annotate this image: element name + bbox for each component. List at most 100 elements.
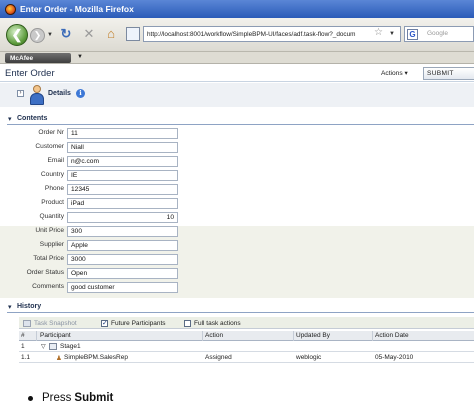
form-row-unit-price: Unit Price 300: [0, 226, 474, 238]
field-label: Customer: [35, 143, 64, 150]
window-titlebar: Enter Order - Mozilla Firefox: [0, 0, 474, 18]
forward-button[interactable]: ❯: [30, 28, 45, 43]
page-header: Enter Order Actions ▾ SUBMIT: [0, 65, 474, 82]
task-snapshot-button[interactable]: Task Snapshot: [23, 318, 77, 328]
field-label: Phone: [44, 185, 64, 192]
table-row[interactable]: 1 ▽ Stage1: [19, 342, 474, 352]
form-row-product: Product iPad: [0, 198, 474, 210]
actions-label: Actions: [381, 70, 403, 77]
forward-arrow-icon: ❯: [33, 30, 42, 40]
home-icon[interactable]: ⌂: [103, 27, 119, 41]
search-placeholder: Google: [427, 30, 448, 37]
field-label: Quantity: [39, 213, 64, 220]
order-nr-input[interactable]: 11: [67, 128, 178, 139]
column-header[interactable]: Updated By: [296, 332, 330, 339]
page-icon: [126, 27, 140, 41]
future-participants-label: Future Participants: [111, 319, 166, 327]
window-title: Enter Order - Mozilla Firefox: [20, 4, 134, 14]
form-row-order-nr: Order Nr 11: [0, 128, 474, 140]
field-label: Order Nr: [38, 129, 64, 136]
stop-icon[interactable]: ✕: [81, 27, 97, 41]
details-panel: [0, 83, 474, 107]
actions-menu[interactable]: Actions ▾: [381, 69, 408, 77]
google-icon: G: [407, 29, 418, 40]
form-row-supplier: Supplier Apple: [0, 240, 474, 252]
submit-button[interactable]: SUBMIT: [423, 67, 474, 80]
form-row-phone: Phone 12345: [0, 184, 474, 196]
search-box[interactable]: G Google: [404, 26, 474, 42]
participant-name: SimpleBPM.SalesRep: [64, 354, 128, 361]
history-label: History: [17, 303, 42, 310]
column-header[interactable]: #: [21, 332, 25, 339]
collapse-triangle-icon: ▾: [8, 116, 12, 123]
field-label: Email: [47, 157, 65, 164]
field-label: Product: [41, 199, 64, 206]
customer-input[interactable]: Niall: [67, 142, 178, 153]
mcafee-label: McAfee: [10, 54, 34, 62]
collapse-triangle-icon: ▾: [8, 304, 12, 311]
instruction-prefix: Press: [42, 392, 72, 404]
history-dropdown-icon[interactable]: ▼: [47, 32, 53, 38]
comments-input[interactable]: good customer: [67, 282, 178, 293]
product-input[interactable]: iPad: [67, 198, 178, 209]
full-task-actions-checkbox[interactable]: Full task actions: [184, 318, 241, 328]
details-label[interactable]: Details: [48, 90, 71, 97]
row-number: 1.1: [21, 354, 31, 361]
mcafee-toolbar: McAfee ▼: [0, 52, 474, 64]
updated-by-cell: weblogic: [296, 354, 322, 361]
field-label: Total Price: [33, 255, 64, 262]
info-icon[interactable]: i: [76, 89, 85, 98]
mcafee-dropdown-icon[interactable]: ▼: [77, 54, 83, 60]
reload-icon[interactable]: ↻: [58, 27, 74, 41]
form-row-order-status: Order Status Open: [0, 268, 474, 280]
bullet-dot: [28, 395, 33, 401]
form-row-total-price: Total Price 3000: [0, 254, 474, 266]
contents-label: Contents: [17, 115, 48, 122]
field-label: Country: [40, 171, 64, 178]
unit-price-input[interactable]: 300: [67, 226, 178, 237]
history-section-header[interactable]: ▾ History: [7, 303, 474, 313]
row-number: 1: [21, 343, 25, 350]
future-participants-checkbox[interactable]: ✓ Future Participants: [101, 318, 166, 328]
contents-section-header[interactable]: ▾ Contents: [7, 115, 474, 125]
snapshot-icon: [23, 319, 31, 327]
person-icon: [30, 85, 44, 105]
country-input[interactable]: IE: [67, 170, 178, 181]
checkbox-unchecked-icon: [184, 319, 191, 327]
phone-input[interactable]: 12345: [67, 184, 178, 195]
table-header-row: # Participant Action Updated By Action D…: [19, 331, 474, 341]
column-header[interactable]: Participant: [40, 332, 71, 339]
field-label: Unit Price: [35, 227, 64, 234]
address-bar[interactable]: http://localhost:8001/workflow/SimpleBPM…: [143, 26, 401, 42]
field-label: Order Status: [26, 269, 64, 276]
column-header[interactable]: Action Date: [375, 332, 409, 339]
bookmark-star-icon[interactable]: ☆: [374, 27, 383, 38]
email-input[interactable]: n@c.com: [67, 156, 178, 167]
form-row-email: Email n@c.com: [0, 156, 474, 168]
form-row-quantity: Quantity 10: [0, 212, 474, 224]
tree-expander-icon[interactable]: ▽: [41, 343, 46, 350]
mcafee-button[interactable]: McAfee: [5, 53, 71, 63]
task-snapshot-label: Task Snapshot: [34, 319, 77, 327]
url-dropdown-icon[interactable]: ▼: [389, 31, 395, 37]
field-label: Comments: [32, 283, 64, 290]
form-row-comments: Comments good customer: [0, 282, 474, 294]
instruction-emphasis: Submit: [74, 392, 114, 404]
column-header[interactable]: Action: [205, 332, 223, 339]
chevron-down-icon: ▾: [404, 70, 408, 77]
total-price-input[interactable]: 3000: [67, 254, 178, 265]
full-task-actions-label: Full task actions: [194, 319, 241, 327]
back-button[interactable]: ❮: [6, 24, 28, 46]
participant-name: Stage1: [60, 343, 81, 350]
order-status-input[interactable]: Open: [67, 268, 178, 279]
expand-details-icon[interactable]: ›: [17, 90, 24, 97]
form-row-country: Country IE: [0, 170, 474, 182]
table-row[interactable]: 1.1 ♟ SimpleBPM.SalesRep Assigned weblog…: [19, 353, 474, 363]
quantity-input[interactable]: 10: [67, 212, 178, 223]
page-title: Enter Order: [5, 68, 55, 79]
user-icon: ♟: [56, 355, 62, 362]
supplier-input[interactable]: Apple: [67, 240, 178, 251]
history-toolbar: Task Snapshot ✓ Future Participants Full…: [19, 317, 474, 329]
action-cell: Assigned: [205, 354, 232, 361]
action-date-cell: 05-May-2010: [375, 354, 414, 361]
